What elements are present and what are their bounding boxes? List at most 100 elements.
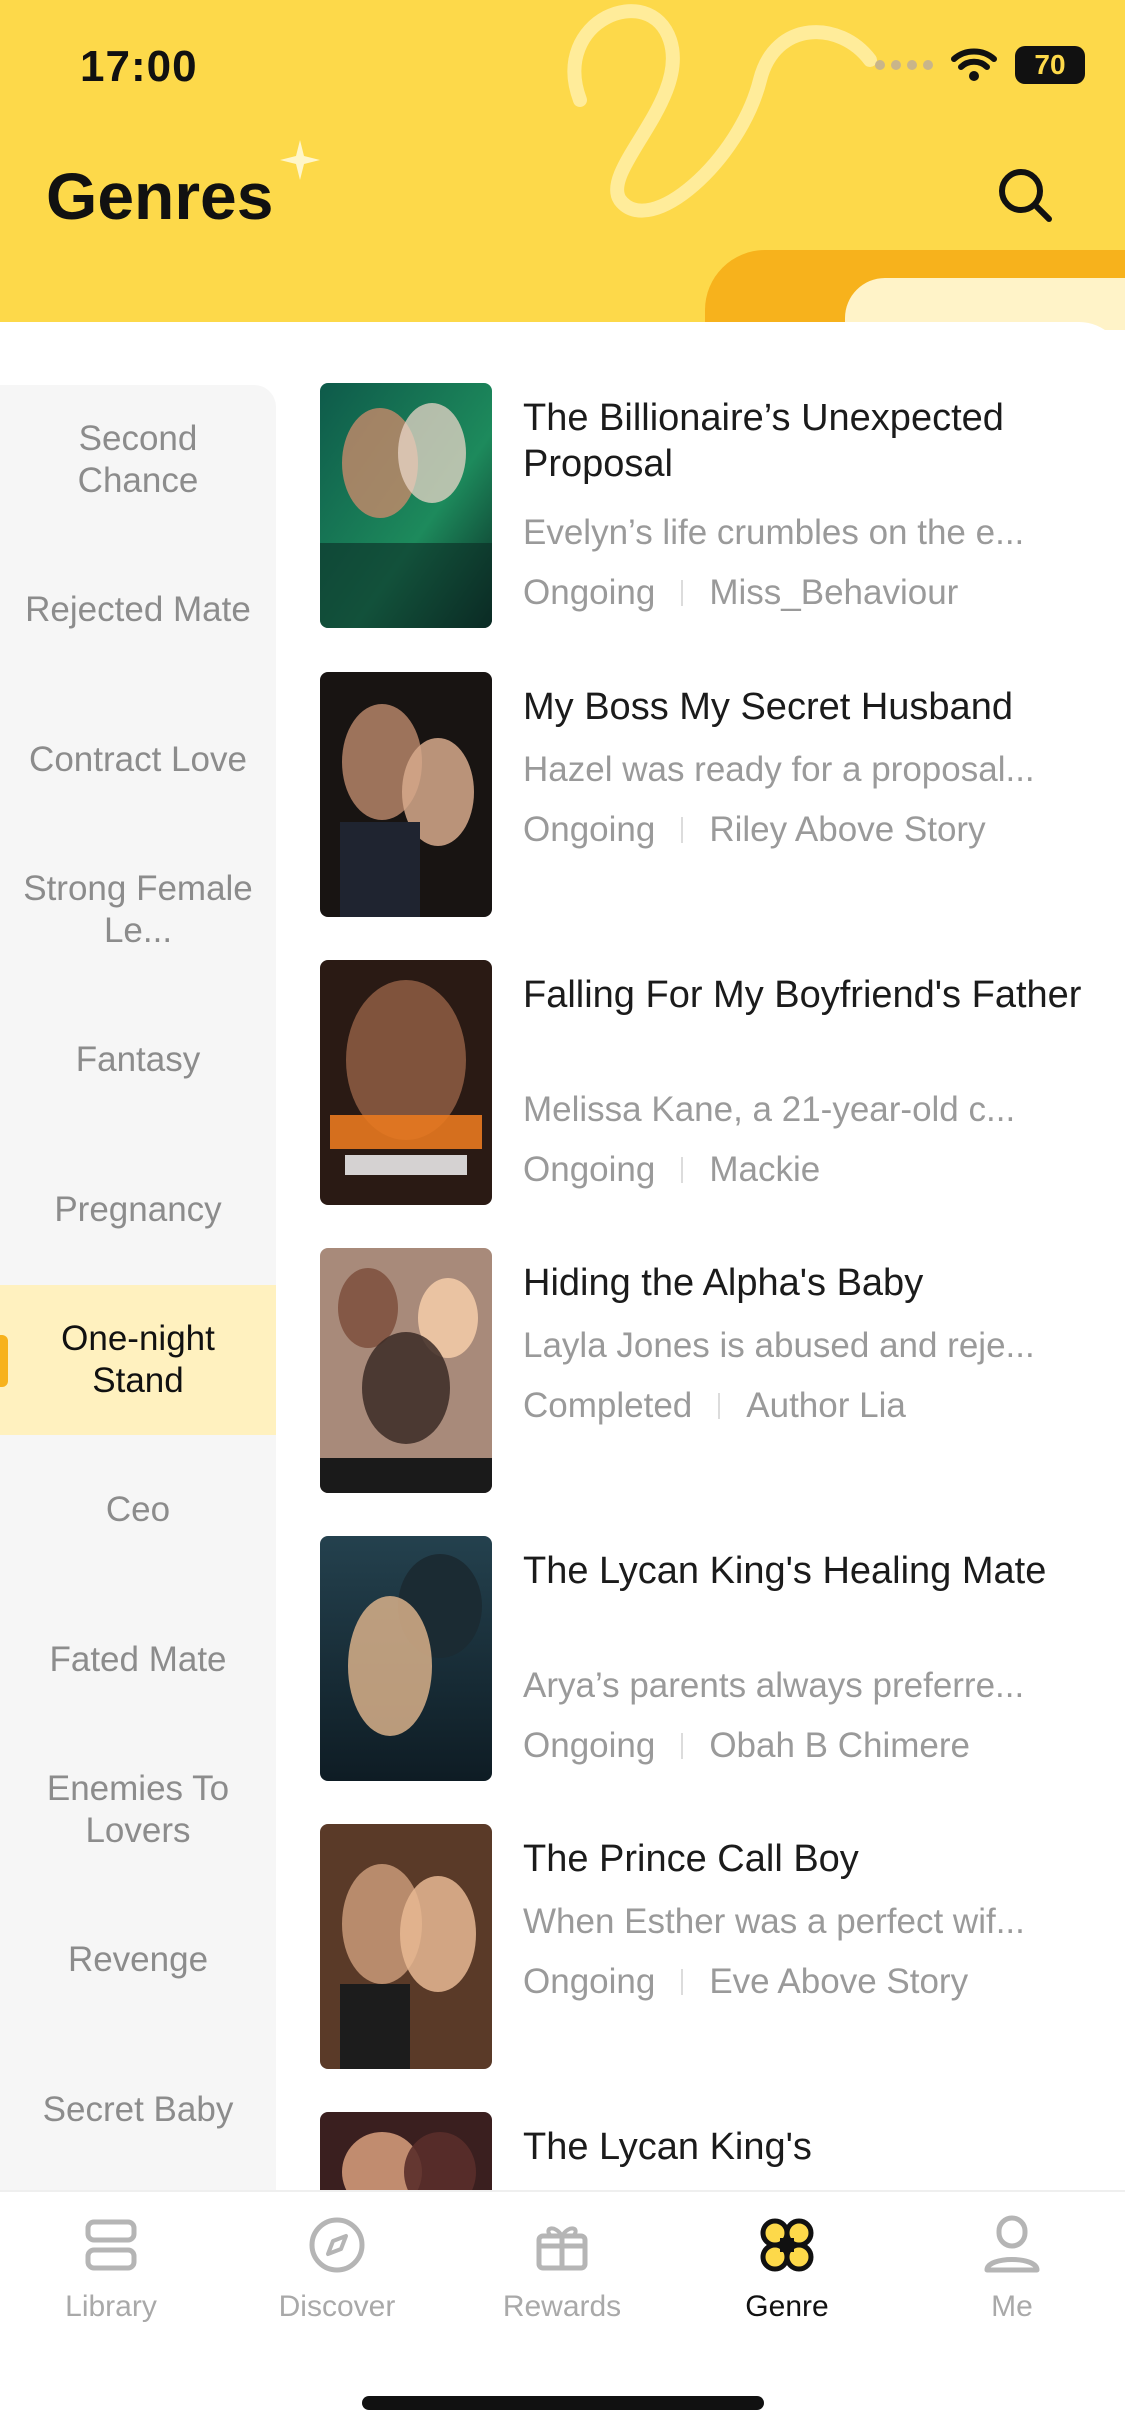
sidebar-item-pregnancy[interactable]: Pregnancy: [0, 1135, 276, 1285]
book-title: The Lycan King's Healing Mate: [523, 1550, 1047, 1592]
tab-label: Discover: [278, 2290, 396, 2323]
wifi-icon: [951, 48, 997, 81]
tab-library[interactable]: Library: [21, 2212, 201, 2342]
book-meta: Ongoing Obah B Chimere: [523, 1726, 970, 1766]
sparkle-icon: [280, 140, 320, 180]
sidebar-item-fantasy[interactable]: Fantasy: [0, 985, 276, 1135]
sidebar-item-ceo[interactable]: Ceo: [0, 1435, 276, 1585]
book-description: Hazel was ready for a proposal...: [523, 750, 1035, 789]
tab-rewards[interactable]: Rewards: [472, 2212, 652, 2342]
meta-divider: [718, 1393, 721, 1419]
tab-label: Me: [991, 2290, 1033, 2323]
book-author: Miss_Behaviour: [709, 573, 959, 612]
book-cover: [320, 1824, 492, 2069]
book-title: Falling For My Boyfriend's Father: [523, 974, 1082, 1016]
sidebar-item-label: Ceo: [105, 1490, 171, 1529]
meta-divider: [681, 817, 684, 843]
search-icon[interactable]: [995, 165, 1055, 225]
sidebar-item-label: Revenge: [67, 1940, 209, 1979]
book-status: Ongoing: [523, 1726, 656, 1765]
meta-divider: [681, 1733, 684, 1759]
sidebar-item-second-chance[interactable]: Second Chance: [0, 385, 276, 535]
sidebar-item-enemies-to-lovers[interactable]: Enemies To Lovers: [0, 1735, 276, 1885]
decorative-swirl: [567, 4, 877, 218]
sidebar-item-contract-love[interactable]: Contract Love: [0, 685, 276, 835]
sidebar-item-label: Enemies To Lovers: [46, 1769, 230, 1850]
tab-genre[interactable]: Genre: [697, 2212, 877, 2342]
sidebar-item-revenge[interactable]: Revenge: [0, 1885, 276, 2035]
book-title: My Boss My Secret Husband: [523, 686, 1013, 728]
book-status: Ongoing: [523, 573, 656, 612]
tab-label: Genre: [745, 2290, 829, 2323]
book-author: Obah B Chimere: [709, 1726, 970, 1765]
book-cover: [320, 672, 492, 917]
sidebar-item-label: Secret Baby: [42, 2090, 234, 2129]
book-cover: [320, 383, 492, 628]
book-author: Author Lia: [746, 1386, 906, 1425]
sidebar-item-strong-female-lead[interactable]: Strong Female Le...: [0, 835, 276, 985]
meta-divider: [681, 1157, 684, 1183]
sidebar-item-label: Contract Love: [29, 740, 247, 779]
page-title: Genres: [46, 159, 274, 233]
book-description: Arya’s parents always preferre...: [523, 1666, 1025, 1705]
home-indicator: [362, 2396, 764, 2410]
book-cover: [320, 960, 492, 1205]
book-meta: Ongoing Mackie: [523, 1150, 820, 1190]
book-meta: Completed Author Lia: [523, 1386, 906, 1426]
book-list-item[interactable]: Falling For My Boyfriend's Father Meliss…: [320, 960, 1100, 1205]
tab-discover[interactable]: Discover: [247, 2212, 427, 2342]
book-status: Ongoing: [523, 1150, 656, 1189]
book-title: The Prince Call Boy: [523, 1838, 859, 1880]
sidebar-item-label: Rejected Mate: [25, 590, 251, 629]
sidebar-item-rejected-mate[interactable]: Rejected Mate: [0, 535, 276, 685]
book-list-item[interactable]: The Lycan King's: [320, 2112, 1100, 2190]
book-list-item[interactable]: My Boss My Secret Husband Hazel was read…: [320, 672, 1100, 917]
book-description: When Esther was a perfect wif...: [523, 1902, 1025, 1941]
library-icon: [85, 2219, 137, 2271]
book-title: The Lycan King's: [523, 2126, 812, 2168]
header: 17:00 70 Genres: [0, 0, 1125, 330]
cellular-signal-icon: [875, 60, 933, 70]
tab-label: Library: [65, 2290, 157, 2323]
book-list-item[interactable]: The Lycan King's Healing Mate Arya’s par…: [320, 1536, 1100, 1781]
meta-divider: [681, 580, 684, 606]
book-meta: Ongoing Riley Above Story: [523, 810, 986, 850]
book-meta: Ongoing Miss_Behaviour: [523, 573, 958, 613]
book-list-item[interactable]: The Prince Call Boy When Esther was a pe…: [320, 1824, 1100, 2069]
compass-icon: [309, 2217, 365, 2273]
book-title: The Billionaire’s Unexpected Proposal: [523, 397, 1004, 485]
tab-me[interactable]: Me: [922, 2212, 1102, 2342]
book-cover: [320, 1248, 492, 1493]
clover-icon: [760, 2218, 814, 2272]
person-icon: [984, 2215, 1040, 2273]
book-cover: [320, 1536, 492, 1781]
book-list-item[interactable]: Hiding the Alpha's Baby Layla Jones is a…: [320, 1248, 1100, 1493]
status-icons: 70: [875, 46, 1085, 84]
book-description: Layla Jones is abused and reje...: [523, 1326, 1035, 1365]
book-author: Mackie: [709, 1150, 821, 1189]
sidebar-item-label: Strong Female Le...: [23, 869, 253, 950]
battery-icon: 70: [1015, 46, 1085, 84]
book-status: Completed: [523, 1386, 693, 1425]
sidebar-item-label: Second Chance: [77, 419, 199, 500]
status-time: 17:00: [80, 42, 198, 91]
sidebar-item-secret-baby[interactable]: Secret Baby: [0, 2035, 276, 2185]
book-cover: [320, 2112, 492, 2190]
sidebar-item-label: Fantasy: [75, 1040, 201, 1079]
gift-icon: [536, 2226, 588, 2271]
sidebar-item-label: Fated Mate: [49, 1640, 227, 1679]
sidebar-item-fated-mate[interactable]: Fated Mate: [0, 1585, 276, 1735]
book-description: Melissa Kane, a 21-year-old c...: [523, 1090, 1016, 1129]
sidebar-item-label: Pregnancy: [54, 1190, 222, 1229]
book-status: Ongoing: [523, 810, 656, 849]
book-list-item[interactable]: The Billionaire’s Unexpected Proposal Ev…: [320, 383, 1100, 628]
book-description: Evelyn’s life crumbles on the e...: [523, 513, 1025, 552]
sidebar-item-label: One-night Stand: [61, 1319, 215, 1400]
tab-label: Rewards: [502, 2290, 622, 2323]
book-author: Riley Above Story: [709, 810, 986, 849]
book-author: Eve Above Story: [709, 1962, 969, 2001]
sidebar-item-one-night-stand[interactable]: One-night Stand: [0, 1285, 276, 1435]
meta-divider: [681, 1969, 684, 1995]
book-meta: Ongoing Eve Above Story: [523, 1962, 968, 2002]
book-title: Hiding the Alpha's Baby: [523, 1262, 924, 1304]
